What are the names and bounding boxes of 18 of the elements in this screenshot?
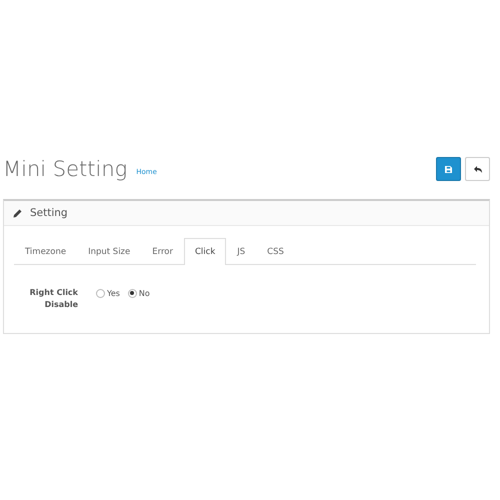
back-button[interactable] <box>465 157 490 181</box>
tab[interactable]: CSS <box>256 238 295 265</box>
field-label: Right Click Disable <box>28 287 78 311</box>
pencil-icon <box>13 208 22 218</box>
panel-title: Setting <box>30 207 68 219</box>
save-button[interactable] <box>436 157 461 181</box>
tab[interactable]: Error <box>141 238 184 265</box>
tab[interactable]: JS <box>226 238 256 265</box>
save-icon <box>445 166 452 172</box>
radio-label: No <box>138 288 150 298</box>
reply-icon <box>474 166 482 172</box>
radio-label: Yes <box>107 288 120 298</box>
radio-button[interactable] <box>96 288 105 298</box>
tab[interactable]: Timezone <box>14 238 78 265</box>
radio-button[interactable] <box>128 288 137 298</box>
tab[interactable]: Click <box>184 238 226 265</box>
page-title: Mini Setting <box>3 157 128 181</box>
tab[interactable]: Input Size <box>77 238 142 265</box>
